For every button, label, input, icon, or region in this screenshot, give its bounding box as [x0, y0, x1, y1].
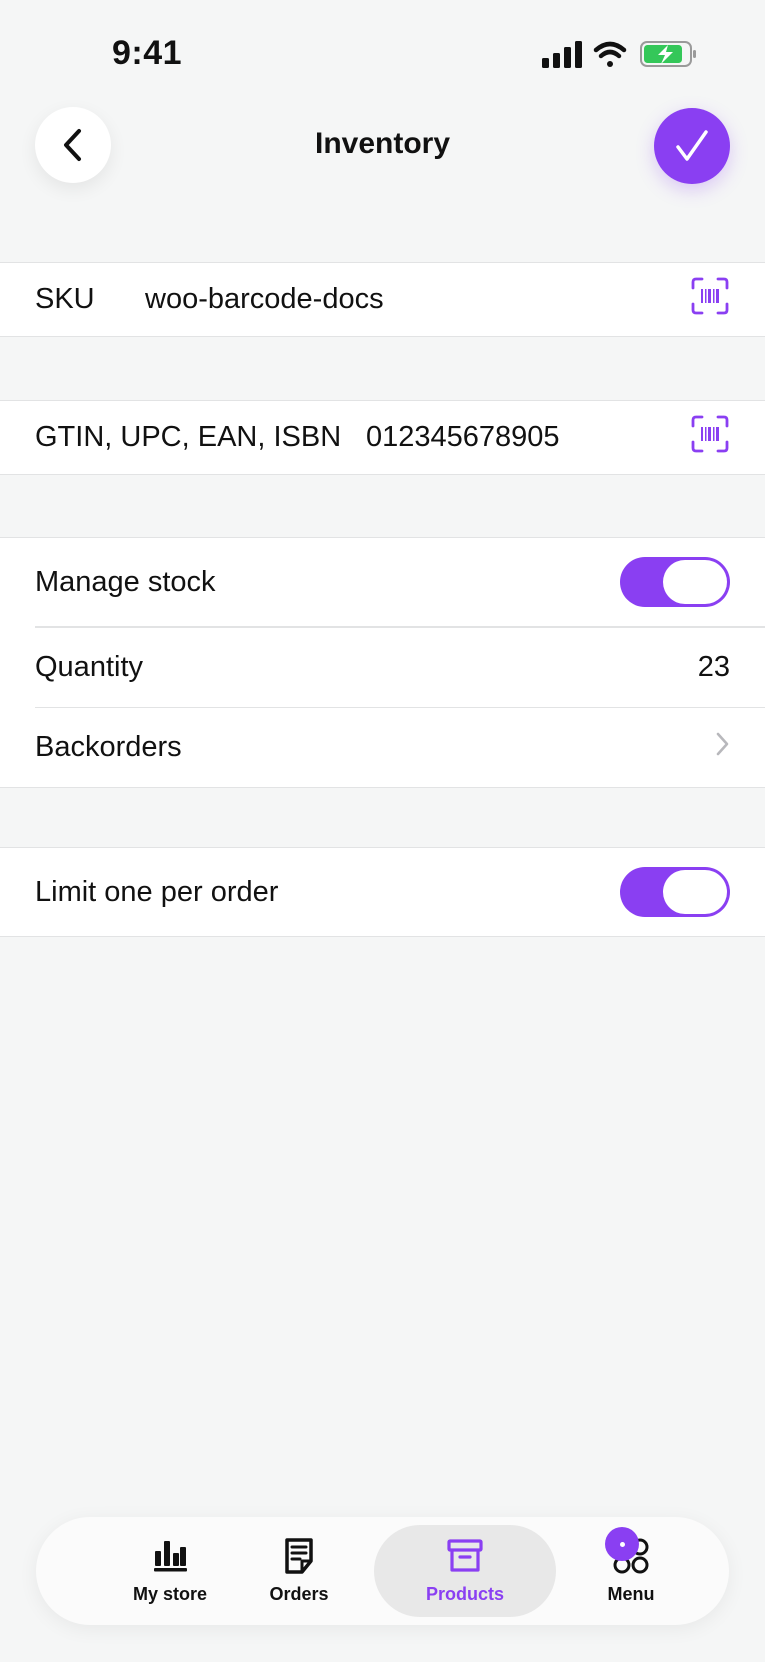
limit-one-per-order-label: Limit one per order — [35, 875, 279, 908]
sku-value[interactable]: woo-barcode-docs — [145, 283, 384, 316]
toggle-knob — [663, 560, 727, 604]
status-time: 9:41 — [112, 34, 183, 72]
barcode-scan-icon[interactable] — [691, 277, 729, 323]
tab-label: Products — [425, 1584, 504, 1604]
quantity-row[interactable]: Quantity 23 — [0, 628, 765, 707]
tab-label: Menu — [607, 1584, 655, 1604]
limit-section: Limit one per order — [0, 847, 765, 937]
barcode-scan-icon[interactable] — [691, 415, 729, 461]
orders-icon — [283, 1536, 315, 1576]
gtin-label: GTIN, UPC, EAN, ISBN — [35, 421, 342, 453]
inventory-screen: 9:41 Inventory SKU woo-barcode-docs GTIN… — [0, 0, 765, 1662]
wifi-icon — [593, 41, 627, 67]
sku-label: SKU — [35, 283, 95, 315]
limit-one-per-order-toggle[interactable] — [620, 867, 730, 917]
products-box-icon — [446, 1536, 484, 1576]
sku-section: SKU woo-barcode-docs — [0, 262, 765, 337]
sku-row[interactable]: SKU woo-barcode-docs — [0, 263, 765, 336]
manage-stock-label: Manage stock — [35, 565, 216, 598]
notification-badge — [605, 1527, 639, 1561]
backorders-row[interactable]: Backorders — [0, 708, 765, 787]
bar-chart-icon — [152, 1536, 188, 1576]
checkmark-icon — [676, 130, 708, 161]
tab-products[interactable]: Products — [375, 1525, 555, 1617]
badge-dot — [619, 1541, 625, 1547]
tab-label: Orders — [269, 1584, 329, 1604]
tab-orders[interactable]: Orders — [209, 1525, 389, 1617]
page-title: Inventory — [314, 127, 451, 160]
quantity-value[interactable]: 23 — [698, 651, 730, 684]
chevron-right-icon — [714, 731, 730, 765]
gtin-value[interactable]: 012345678905 — [366, 421, 560, 454]
battery-charging-icon — [640, 41, 696, 67]
gtin-section: GTIN, UPC, EAN, ISBN 012345678905 — [0, 400, 765, 475]
quantity-label: Quantity — [35, 650, 143, 683]
manage-stock-row: Manage stock — [0, 538, 765, 626]
gtin-row[interactable]: GTIN, UPC, EAN, ISBN 012345678905 — [0, 401, 765, 474]
cellular-signal-icon — [542, 41, 582, 68]
backorders-label: Backorders — [35, 731, 182, 763]
done-button[interactable] — [654, 108, 730, 184]
manage-stock-toggle[interactable] — [620, 557, 730, 607]
status-icons — [542, 41, 696, 68]
stock-section: Manage stock Quantity 23 Backorders — [0, 537, 765, 788]
toggle-knob — [663, 870, 727, 914]
limit-one-per-order-row: Limit one per order — [0, 848, 765, 936]
tab-label: My store — [132, 1584, 208, 1604]
